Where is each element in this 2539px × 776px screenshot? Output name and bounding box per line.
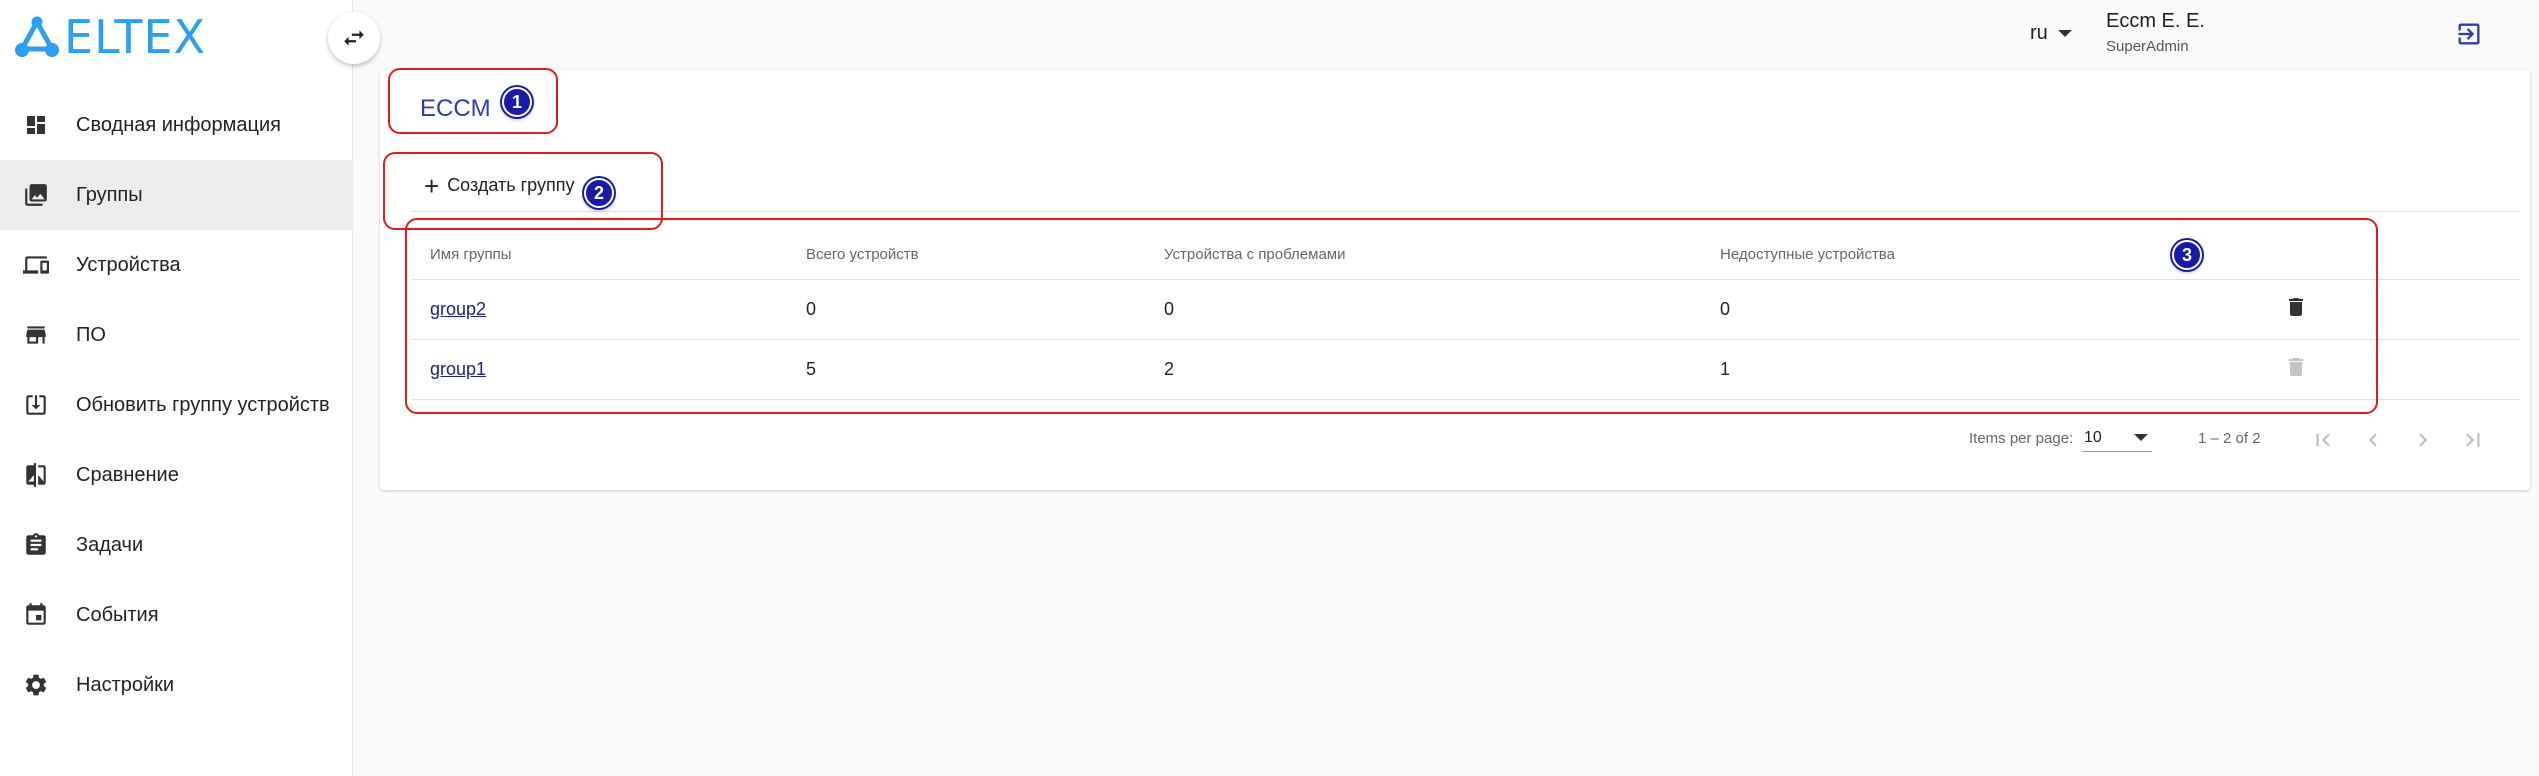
page-range: 1 – 2 of 2 bbox=[2198, 430, 2261, 447]
language-value: ru bbox=[2030, 22, 2048, 44]
download-box-icon bbox=[22, 391, 50, 419]
logo-molecule-icon bbox=[15, 16, 59, 57]
user-name: Eccm E. E. bbox=[2106, 10, 2205, 32]
sidebar-item-label: ПО bbox=[76, 323, 106, 346]
page-size-value: 10 bbox=[2084, 428, 2102, 446]
sidebar-item-label: Группы bbox=[76, 183, 143, 206]
sidebar-item-groups[interactable]: Группы bbox=[0, 160, 353, 230]
divider bbox=[412, 211, 2520, 212]
compare-icon bbox=[22, 461, 50, 489]
dashboard-icon bbox=[22, 111, 50, 139]
previous-page-button[interactable] bbox=[2355, 422, 2391, 458]
sidebar-item-label: Настройки bbox=[76, 673, 175, 696]
chevron-down-icon bbox=[2134, 434, 2148, 441]
paginator: Items per page: 10 1 – 2 of 2 bbox=[380, 420, 2530, 460]
annotation-badge-3: 3 bbox=[2172, 240, 2202, 270]
next-page-button[interactable] bbox=[2405, 422, 2441, 458]
annotation-box-title bbox=[388, 68, 558, 134]
logout-icon bbox=[2458, 23, 2480, 45]
page-size-select[interactable]: 10 bbox=[2082, 424, 2152, 452]
sidebar-item-tasks[interactable]: Задачи bbox=[0, 510, 353, 580]
sidebar-item-label: События bbox=[76, 603, 159, 626]
chevron-down-icon bbox=[2057, 30, 2072, 37]
sidebar-item-label: Сводная информация bbox=[76, 113, 281, 136]
sidebar-item-events[interactable]: События bbox=[0, 580, 353, 650]
first-page-icon bbox=[2316, 433, 2330, 447]
sidebar: ELTEX Сводная информация Группы Устройст… bbox=[0, 0, 353, 776]
chevron-right-icon bbox=[2419, 433, 2428, 447]
sidebar-nav: Сводная информация Группы Устройства ПО … bbox=[0, 90, 353, 720]
sidebar-item-label: Обновить группу устройств bbox=[76, 393, 330, 416]
chevron-left-icon bbox=[2368, 433, 2377, 447]
sidebar-item-settings[interactable]: Настройки bbox=[0, 650, 353, 720]
sidebar-toggle-button[interactable] bbox=[328, 12, 380, 64]
swap-arrows-icon bbox=[344, 30, 364, 46]
logout-button[interactable] bbox=[2455, 20, 2483, 48]
annotation-badge-2: 2 bbox=[584, 178, 614, 208]
eltex-logo[interactable]: ELTEX bbox=[14, 10, 207, 64]
sidebar-item-label: Сравнение bbox=[76, 463, 179, 486]
image-group-icon bbox=[22, 181, 50, 209]
devices-icon bbox=[22, 251, 50, 279]
logo-text: ELTEX bbox=[64, 10, 207, 64]
first-page-button[interactable] bbox=[2305, 422, 2341, 458]
last-page-button[interactable] bbox=[2455, 422, 2491, 458]
sidebar-item-update-group[interactable]: Обновить группу устройств bbox=[0, 370, 353, 440]
gear-icon bbox=[22, 671, 50, 699]
annotation-badge-1: 1 bbox=[502, 87, 532, 117]
last-page-icon bbox=[2466, 433, 2480, 447]
calendar-icon bbox=[22, 601, 50, 629]
annotation-box-table bbox=[405, 218, 2378, 414]
sidebar-item-compare[interactable]: Сравнение bbox=[0, 440, 353, 510]
store-icon bbox=[22, 321, 50, 349]
sidebar-item-label: Устройства bbox=[76, 253, 181, 276]
sidebar-item-label: Задачи bbox=[76, 533, 144, 556]
sidebar-item-devices[interactable]: Устройства bbox=[0, 230, 353, 300]
language-select[interactable]: ru bbox=[2030, 22, 2072, 45]
items-per-page-label: Items per page: bbox=[1969, 430, 2074, 447]
clipboard-icon bbox=[22, 531, 50, 559]
sidebar-item-summary[interactable]: Сводная информация bbox=[0, 90, 353, 160]
user-info: Eccm E. E. SuperAdmin bbox=[2106, 10, 2205, 55]
user-role: SuperAdmin bbox=[2106, 38, 2189, 55]
sidebar-item-software[interactable]: ПО bbox=[0, 300, 353, 370]
